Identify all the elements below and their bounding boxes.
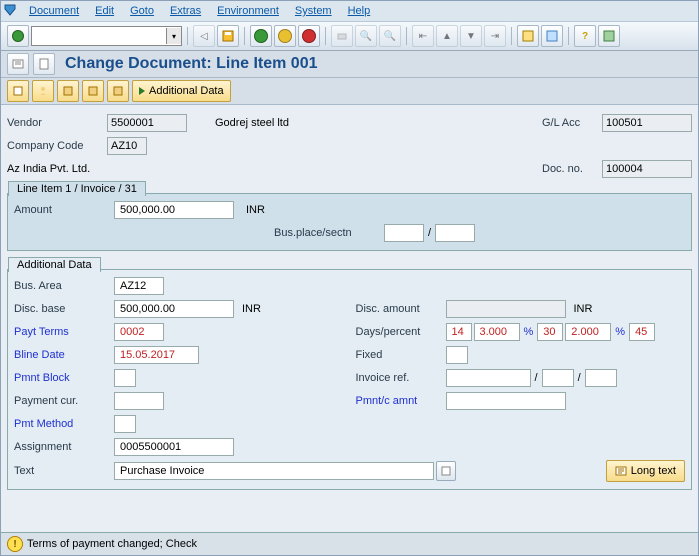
print-button (331, 25, 353, 47)
invref1-field[interactable] (446, 369, 531, 387)
pmntcamnt-label: Pmnt/c amnt (356, 395, 446, 407)
toggle-display-button[interactable] (7, 53, 29, 75)
vendor-name: Godrej steel ltd (215, 117, 289, 129)
dayspct-label: Days/percent (356, 326, 446, 338)
layout-button[interactable] (598, 25, 620, 47)
back-disabled-button: ◁ (193, 25, 215, 47)
back-button[interactable] (250, 25, 272, 47)
amount-field[interactable] (114, 201, 234, 219)
docno-label: Doc. no. (542, 163, 602, 175)
additional-data-button[interactable]: Additional Data (132, 80, 231, 102)
bussection-field[interactable] (435, 224, 475, 242)
glacc-field: 100501 (602, 114, 692, 132)
enter-button[interactable] (7, 25, 29, 47)
text-label: Text (14, 465, 114, 477)
discbase-currency: INR (242, 303, 261, 315)
pmntcamnt-field[interactable] (446, 392, 566, 410)
amount-label: Amount (14, 204, 114, 216)
status-message: Terms of payment changed; Check (27, 538, 197, 550)
next-page-button: ▼ (460, 25, 482, 47)
busplace-field[interactable] (384, 224, 424, 242)
fixed-field[interactable] (446, 346, 468, 364)
shortcut-button[interactable] (541, 25, 563, 47)
sap-window-icon (3, 3, 17, 17)
save-button[interactable] (217, 25, 239, 47)
menu-document[interactable]: Document (29, 5, 79, 17)
glacc-label: G/L Acc (542, 117, 602, 129)
additional-tab: Additional Data (8, 257, 101, 272)
warning-icon: ! (7, 536, 23, 552)
page-title: Change Document: Line Item 001 (65, 55, 318, 73)
menu-help[interactable]: Help (348, 5, 371, 17)
prev-page-button: ▲ (436, 25, 458, 47)
vendor-label: Vendor (7, 117, 107, 129)
busarea-label: Bus. Area (14, 280, 114, 292)
discbase-field[interactable] (114, 300, 234, 318)
wht-button[interactable] (107, 80, 129, 102)
paymentcur-label: Payment cur. (14, 395, 114, 407)
company-label: Company Code (7, 140, 107, 152)
discbase-label: Disc. base (14, 303, 114, 315)
amount-currency: INR (246, 204, 265, 216)
header-button[interactable] (57, 80, 79, 102)
bline-label: Bline Date (14, 349, 114, 361)
pmntblock-label: Pmnt Block (14, 372, 114, 384)
docno-field: 100004 (602, 160, 692, 178)
assignment-label: Assignment (14, 441, 114, 453)
invref3-field[interactable] (585, 369, 617, 387)
call-up-button[interactable] (7, 80, 29, 102)
longtext-label: Long text (631, 465, 676, 477)
company-field: AZ10 (107, 137, 147, 155)
cancel-button[interactable] (298, 25, 320, 47)
menu-extras[interactable]: Extras (170, 5, 201, 17)
new-session-button[interactable] (517, 25, 539, 47)
company-name: Az India Pvt. Ltd. (7, 163, 90, 175)
menu-system[interactable]: System (295, 5, 332, 17)
payt-label: Payt Terms (14, 326, 114, 338)
menu-environment[interactable]: Environment (217, 5, 279, 17)
lineitem-tab: Line Item 1 / Invoice / 31 (8, 181, 146, 196)
menu-goto[interactable]: Goto (130, 5, 154, 17)
tax-button[interactable] (82, 80, 104, 102)
help-button[interactable]: ? (574, 25, 596, 47)
arrow-right-icon (139, 87, 145, 95)
pmtmethod-label: Pmt Method (14, 418, 114, 430)
vendor-field: 5500001 (107, 114, 187, 132)
busarea-field[interactable] (114, 277, 164, 295)
days2-field[interactable] (537, 323, 563, 341)
additional-data-label: Additional Data (149, 85, 224, 97)
payt-field[interactable] (114, 323, 164, 341)
document-overview-button[interactable] (33, 53, 55, 75)
text-field[interactable] (114, 462, 434, 480)
fixed-label: Fixed (356, 349, 446, 361)
longtext-button[interactable]: Long text (606, 460, 685, 482)
invref-label: Invoice ref. (356, 372, 446, 384)
command-field[interactable]: ▾ (31, 26, 182, 46)
last-page-button: ⇥ (484, 25, 506, 47)
invref2-field[interactable] (542, 369, 574, 387)
find-button: 🔍 (355, 25, 377, 47)
discamount-label: Disc. amount (356, 303, 446, 315)
longtext-icon (615, 465, 627, 477)
paymentcur-field[interactable] (114, 392, 164, 410)
discamount-field (446, 300, 566, 318)
pct2-field[interactable] (565, 323, 611, 341)
first-page-button: ⇤ (412, 25, 434, 47)
exit-button[interactable] (274, 25, 296, 47)
text-help-button[interactable] (436, 461, 456, 481)
pmtmethod-field[interactable] (114, 415, 136, 433)
bline-field[interactable] (114, 346, 199, 364)
pmntblock-field[interactable] (114, 369, 136, 387)
discamount-currency: INR (574, 303, 593, 315)
days1-field[interactable] (446, 323, 472, 341)
account-button[interactable] (32, 80, 54, 102)
assignment-field[interactable] (114, 438, 234, 456)
menu-edit[interactable]: Edit (95, 5, 114, 17)
days3-field[interactable] (629, 323, 655, 341)
busplace-label: Bus.place/sectn (274, 227, 384, 239)
find-next-button: 🔍 (379, 25, 401, 47)
pct1-field[interactable] (474, 323, 520, 341)
